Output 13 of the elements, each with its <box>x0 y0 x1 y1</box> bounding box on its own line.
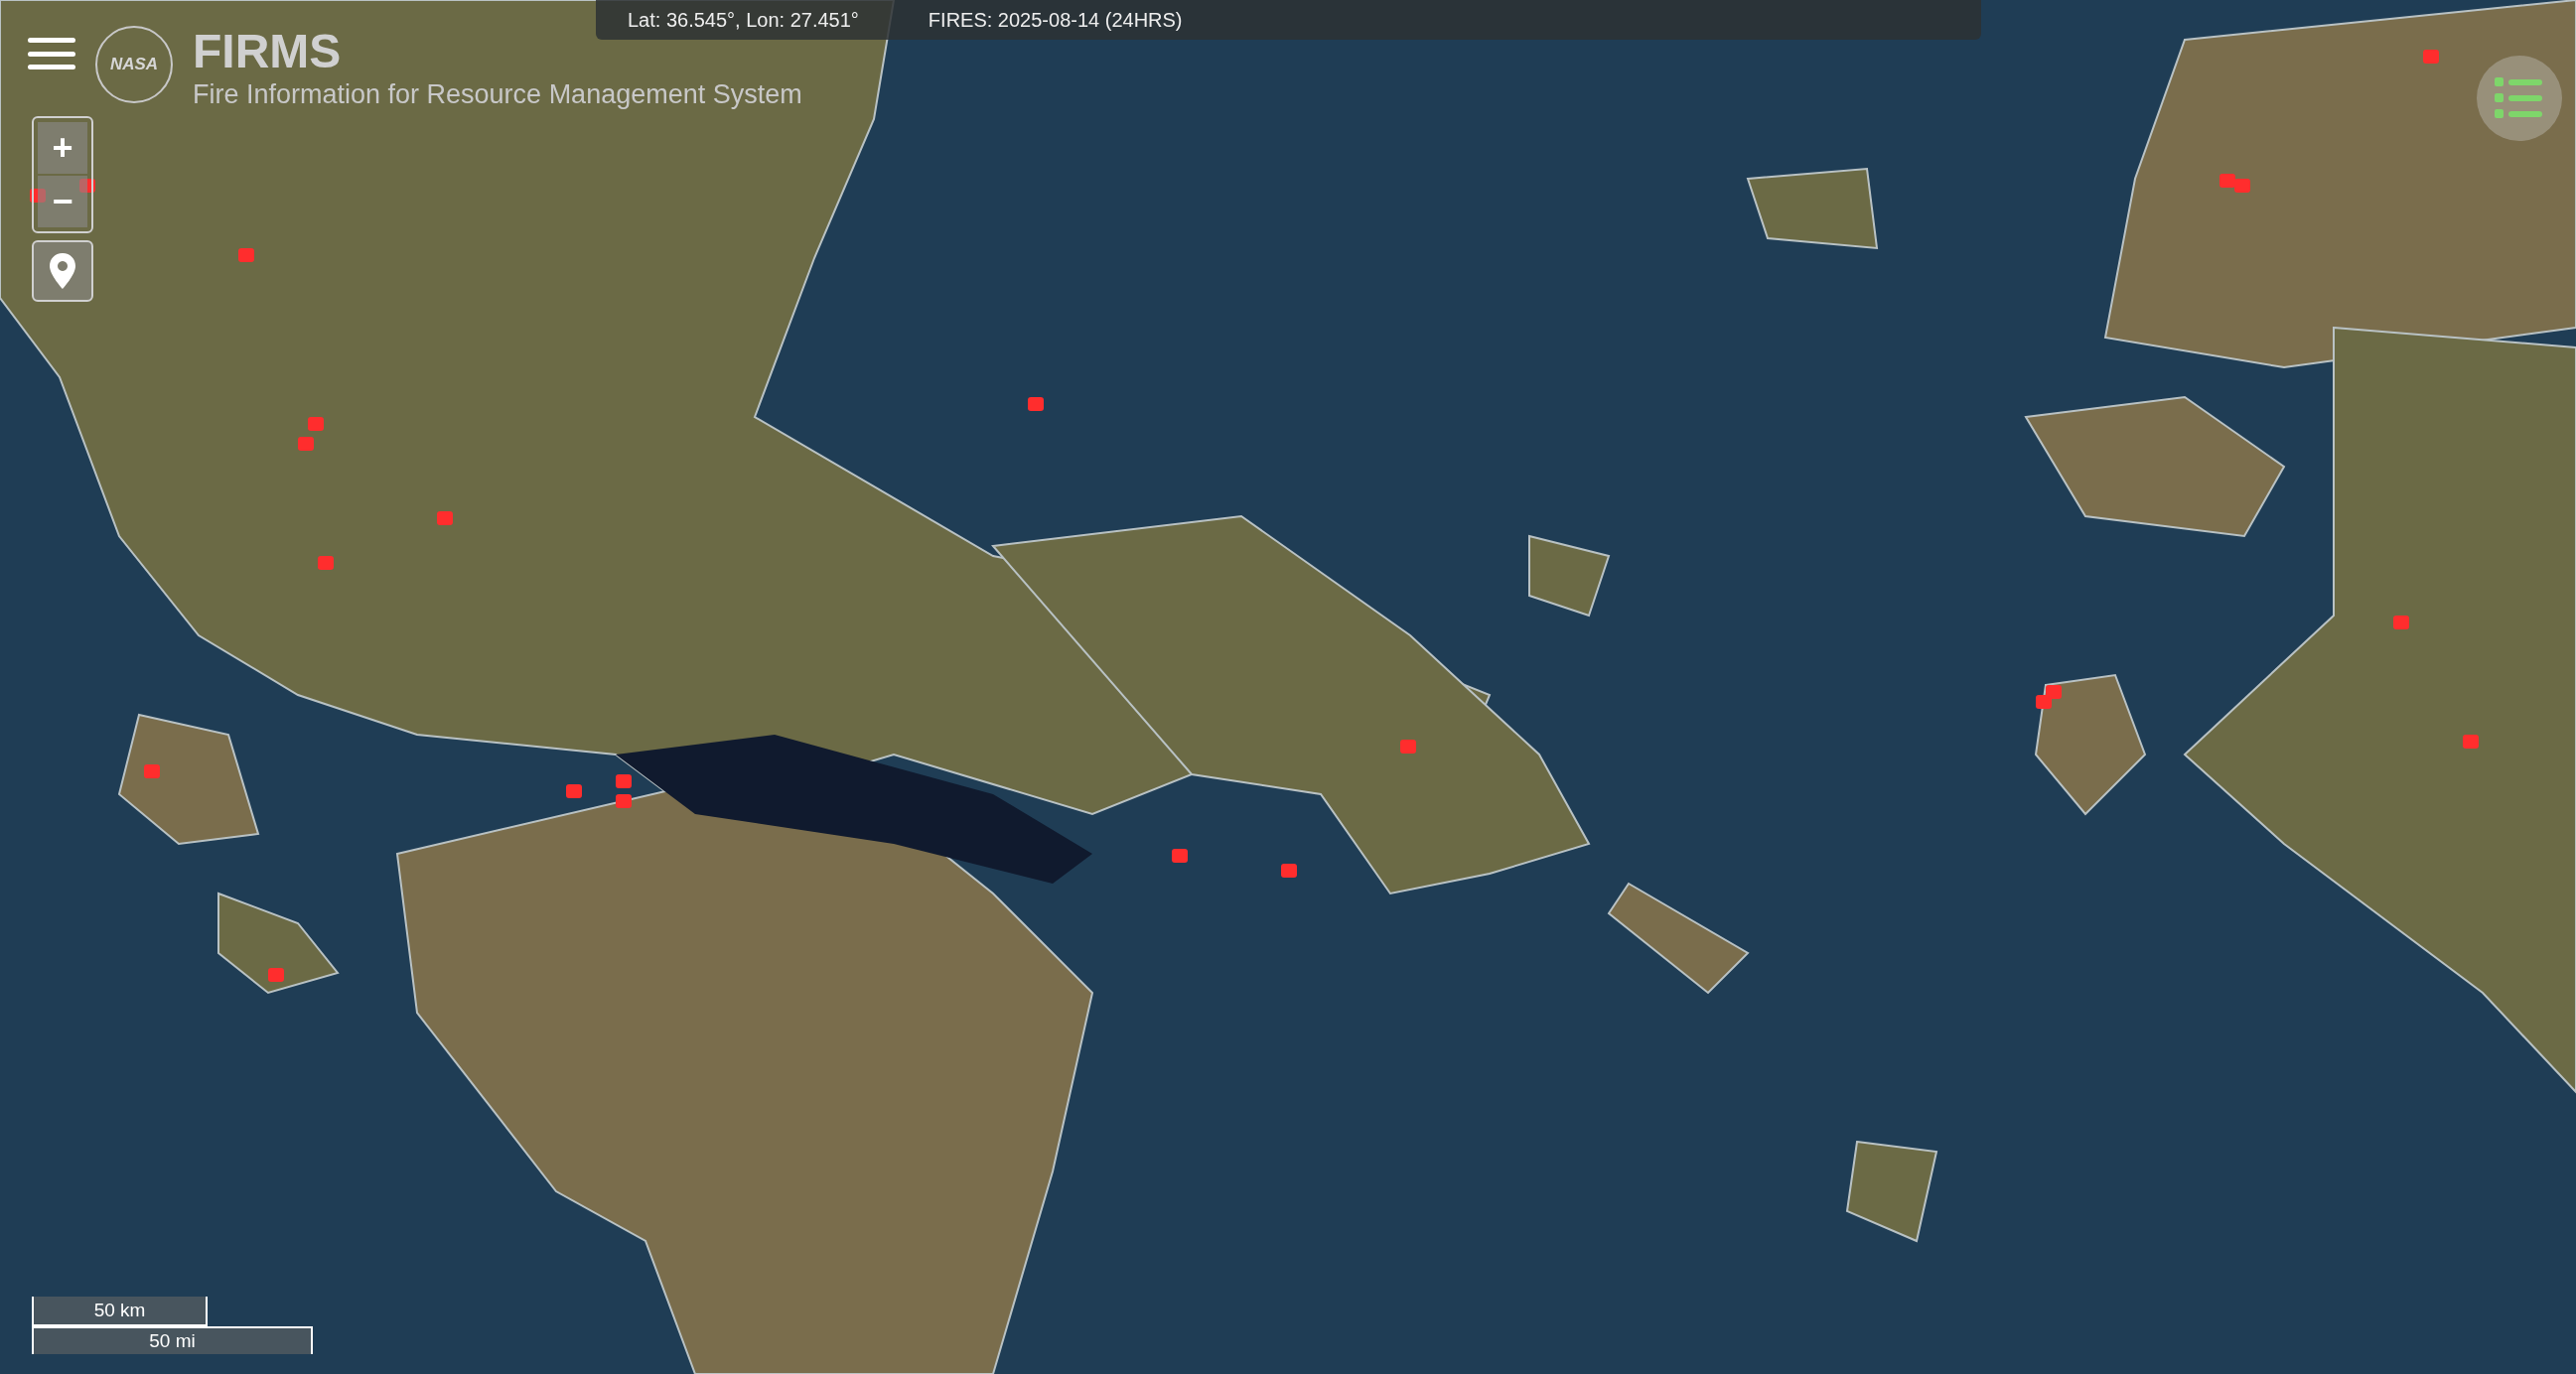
imperial-scale-bar: 50 mi <box>32 1326 313 1354</box>
coordinates-text: Lat: 36.545°, Lon: 27.451° <box>628 8 859 33</box>
list-icon <box>2495 77 2544 119</box>
metric-scale-bar: 50 km <box>32 1297 208 1326</box>
satellite-map-drawing[interactable] <box>0 0 2576 1374</box>
zoom-out-button[interactable]: − <box>38 176 87 227</box>
location-pin-button[interactable] <box>32 240 93 302</box>
nasa-logo[interactable]: NASA <box>95 26 173 103</box>
zoom-in-button[interactable]: + <box>38 122 87 174</box>
app-subtitle: Fire Information for Resource Management System <box>193 78 802 111</box>
location-pin-icon <box>50 253 75 289</box>
fires-date-text: FIRES: 2025-08-14 (24HRS) <box>928 8 1183 33</box>
app-title: FIRMS <box>193 26 343 77</box>
